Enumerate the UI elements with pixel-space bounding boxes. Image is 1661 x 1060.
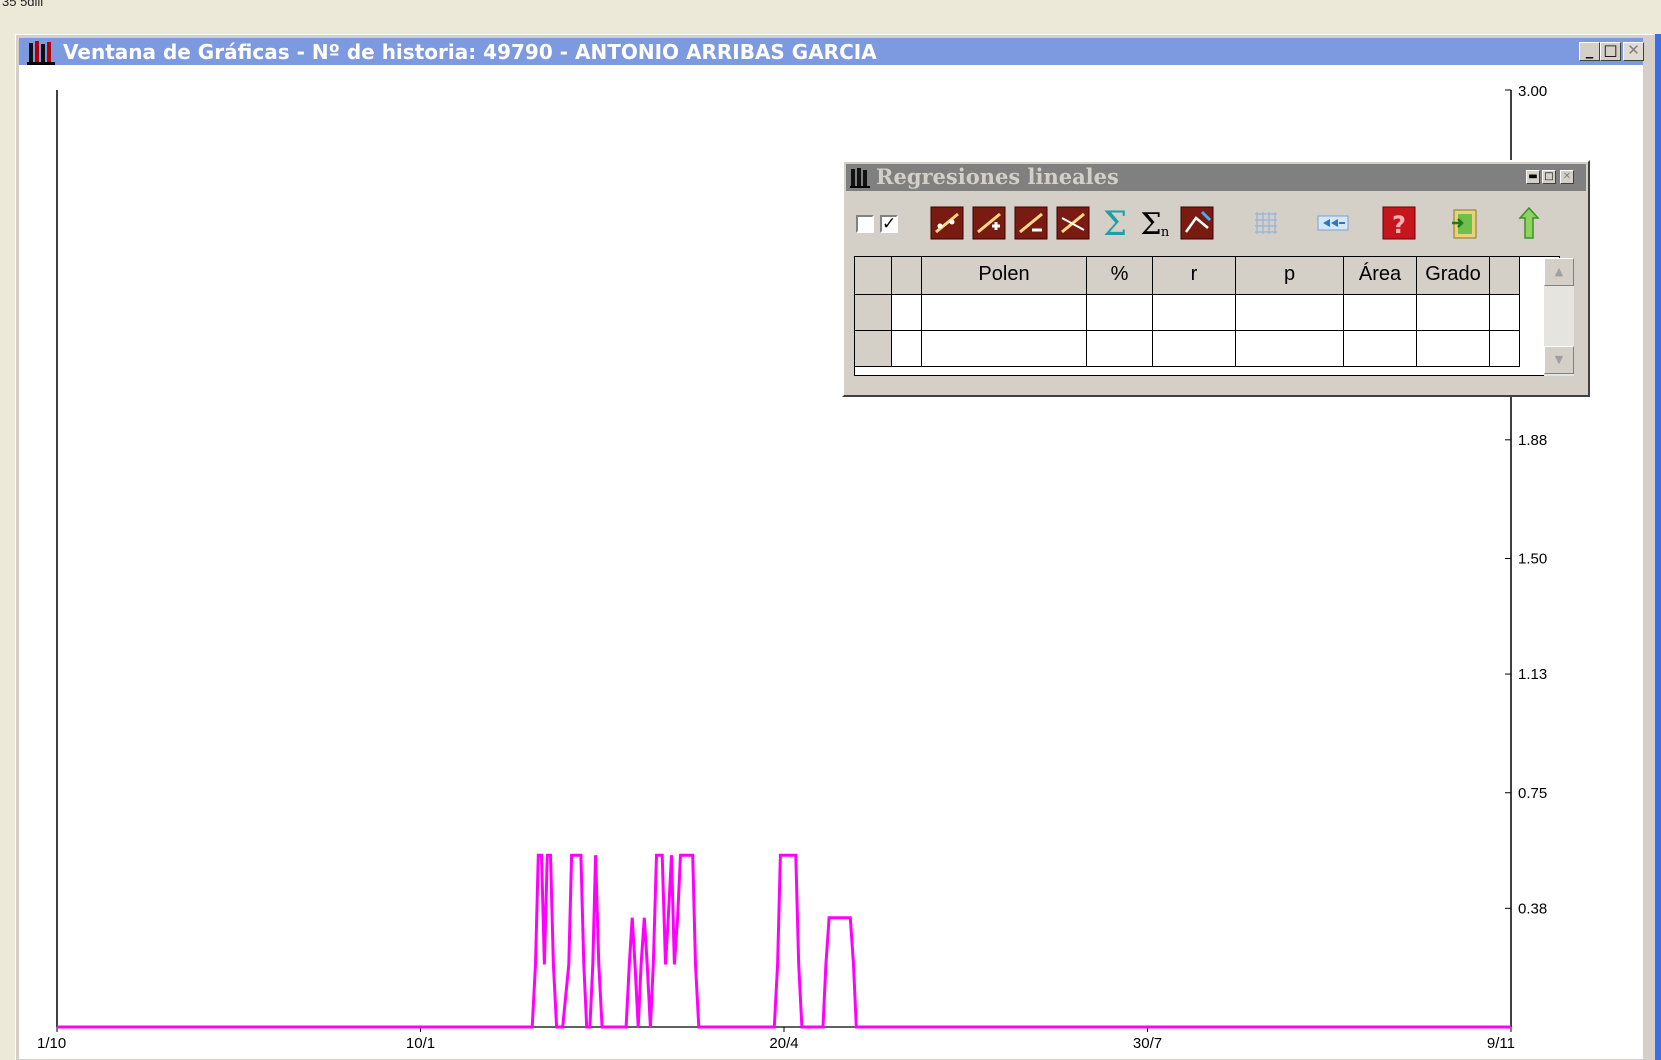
svg-text:Σ: Σ <box>1140 207 1161 242</box>
regression-button[interactable] <box>928 204 966 242</box>
table-cell[interactable] <box>892 295 922 331</box>
regression-titlebar[interactable]: Regresiones lineales ▬ □ ✕ <box>846 164 1586 191</box>
strip-text: 35 5dill <box>2 0 44 9</box>
scroll-down-button[interactable]: ▼ <box>1544 346 1574 374</box>
series-line <box>57 853 1511 1029</box>
table-cell[interactable] <box>1344 331 1417 367</box>
minimize-icon: _ <box>1585 41 1594 59</box>
regression-multi-button[interactable] <box>1054 204 1092 242</box>
column-header-area[interactable]: Área <box>1344 257 1417 295</box>
exit-icon <box>1452 209 1477 239</box>
x-tick-label: 9/11 <box>1487 1035 1515 1052</box>
up-button[interactable] <box>1510 204 1548 242</box>
checkbox-checked[interactable]: ✓ <box>880 215 898 233</box>
scroll-up-icon: ▲ <box>1554 265 1564 278</box>
x-tick-label: 1/10 <box>37 1035 66 1052</box>
column-header-p[interactable]: p <box>1236 257 1344 295</box>
table-cell[interactable] <box>1153 295 1236 331</box>
maximize-icon: □ <box>1603 41 1618 59</box>
regression-subtract-button[interactable] <box>1012 204 1050 242</box>
table-cell[interactable] <box>1153 331 1236 367</box>
checkmark-icon: ✓ <box>882 214 897 234</box>
table-cell[interactable] <box>1087 295 1153 331</box>
regression-maximize-icon: □ <box>1544 171 1554 182</box>
close-button[interactable]: ✕ <box>1623 41 1644 61</box>
svg-text:Σ: Σ <box>1103 204 1127 242</box>
table-cell[interactable] <box>1490 295 1520 331</box>
close-icon: ✕ <box>1627 41 1640 59</box>
help-icon: ? <box>1382 206 1416 240</box>
y-tick-label: 0.75 <box>1518 785 1547 802</box>
column-header-polen[interactable]: Polen <box>922 257 1087 295</box>
sigma-icon: Σ <box>1103 204 1127 242</box>
grid-icon <box>1255 212 1277 234</box>
plot-area[interactable]: 3.002.632.251.881.501.130.750.38 1/1010/… <box>19 65 1643 1059</box>
column-header-extra <box>1490 257 1520 295</box>
table-cell[interactable] <box>1236 331 1344 367</box>
table-row-header[interactable] <box>855 295 892 331</box>
regression-minimize-button[interactable]: ▬ <box>1526 170 1540 184</box>
window-titlebar[interactable]: Ventana de Gráficas - Nº de historia: 49… <box>19 38 1644 65</box>
grid-button[interactable] <box>1247 204 1285 242</box>
regression-add-button[interactable] <box>970 204 1008 242</box>
regression-close-icon: ✕ <box>1562 171 1572 182</box>
rewind-icon <box>1317 215 1349 231</box>
regression-subtract-icon <box>1014 206 1048 240</box>
table-cell[interactable] <box>1417 331 1490 367</box>
sum-n-button[interactable]: Σ n <box>1136 204 1174 242</box>
column-header-r[interactable]: r <box>1153 257 1236 295</box>
checkbox-unchecked[interactable] <box>856 215 874 233</box>
column-header-percent[interactable]: % <box>1087 257 1153 295</box>
y-tick-label: 1.13 <box>1518 666 1547 683</box>
minimize-button[interactable]: _ <box>1579 41 1600 61</box>
svg-text:?: ? <box>1392 211 1406 239</box>
y-tick-label: 1.88 <box>1518 432 1547 449</box>
table-cell[interactable] <box>922 331 1087 367</box>
table-scrollbar[interactable]: ▲ ▼ <box>1544 258 1574 376</box>
svg-text:n: n <box>1161 225 1170 240</box>
column-header-flag <box>892 257 922 295</box>
scroll-down-icon: ▼ <box>1554 353 1564 366</box>
table-row-header[interactable] <box>855 331 892 367</box>
regression-icon <box>930 206 964 240</box>
column-header-selector <box>855 257 892 295</box>
sum-button[interactable]: Σ <box>1096 204 1134 242</box>
help-button[interactable]: ? <box>1380 204 1418 242</box>
regression-app-icon <box>850 168 872 192</box>
regression-title: Regresiones lineales <box>876 164 1119 189</box>
up-arrow-icon <box>1518 206 1540 239</box>
graphics-window: Ventana de Gráficas - Nº de historia: 49… <box>15 34 1661 1060</box>
sigma-n-icon: Σ n <box>1140 207 1170 242</box>
table-cell[interactable] <box>892 331 922 367</box>
regression-table: Polen % r p Área Grado <box>854 256 1560 376</box>
y-tick-label: 1.50 <box>1518 551 1547 568</box>
x-tick-label: 30/7 <box>1133 1035 1162 1052</box>
x-tick-label: 20/4 <box>769 1035 798 1052</box>
y-tick-label: 0.38 <box>1518 900 1547 917</box>
column-header-grado[interactable]: Grado <box>1417 257 1490 295</box>
table-cell[interactable] <box>922 295 1087 331</box>
y-tick-label: 3.00 <box>1518 83 1547 100</box>
table-cell[interactable] <box>1417 295 1490 331</box>
regression-window: Regresiones lineales ▬ □ ✕ ✓ Σ Σ n ? Pol… <box>842 160 1590 397</box>
maximize-button[interactable]: □ <box>1600 41 1621 61</box>
exit-button[interactable] <box>1446 204 1484 242</box>
rewind-button[interactable] <box>1314 204 1352 242</box>
regression-minimize-icon: ▬ <box>1528 171 1538 182</box>
x-tick-label: 10/1 <box>406 1035 435 1052</box>
window-title: Ventana de Gráficas - Nº de historia: 49… <box>63 40 877 64</box>
regression-close-button[interactable]: ✕ <box>1560 170 1574 184</box>
window-edge <box>1655 34 1661 1060</box>
regression-multi-icon <box>1056 206 1090 240</box>
table-cell[interactable] <box>1236 295 1344 331</box>
table-cell[interactable] <box>1490 331 1520 367</box>
chart-mark-button[interactable] <box>1178 204 1216 242</box>
table-cell[interactable] <box>1344 295 1417 331</box>
regression-add-icon <box>972 206 1006 240</box>
desktop-strip: 35 5dill <box>0 0 1661 22</box>
scroll-up-button[interactable]: ▲ <box>1544 258 1574 286</box>
regression-maximize-button[interactable]: □ <box>1542 170 1556 184</box>
table-cell[interactable] <box>1087 331 1153 367</box>
chart-mark-icon <box>1180 206 1214 240</box>
